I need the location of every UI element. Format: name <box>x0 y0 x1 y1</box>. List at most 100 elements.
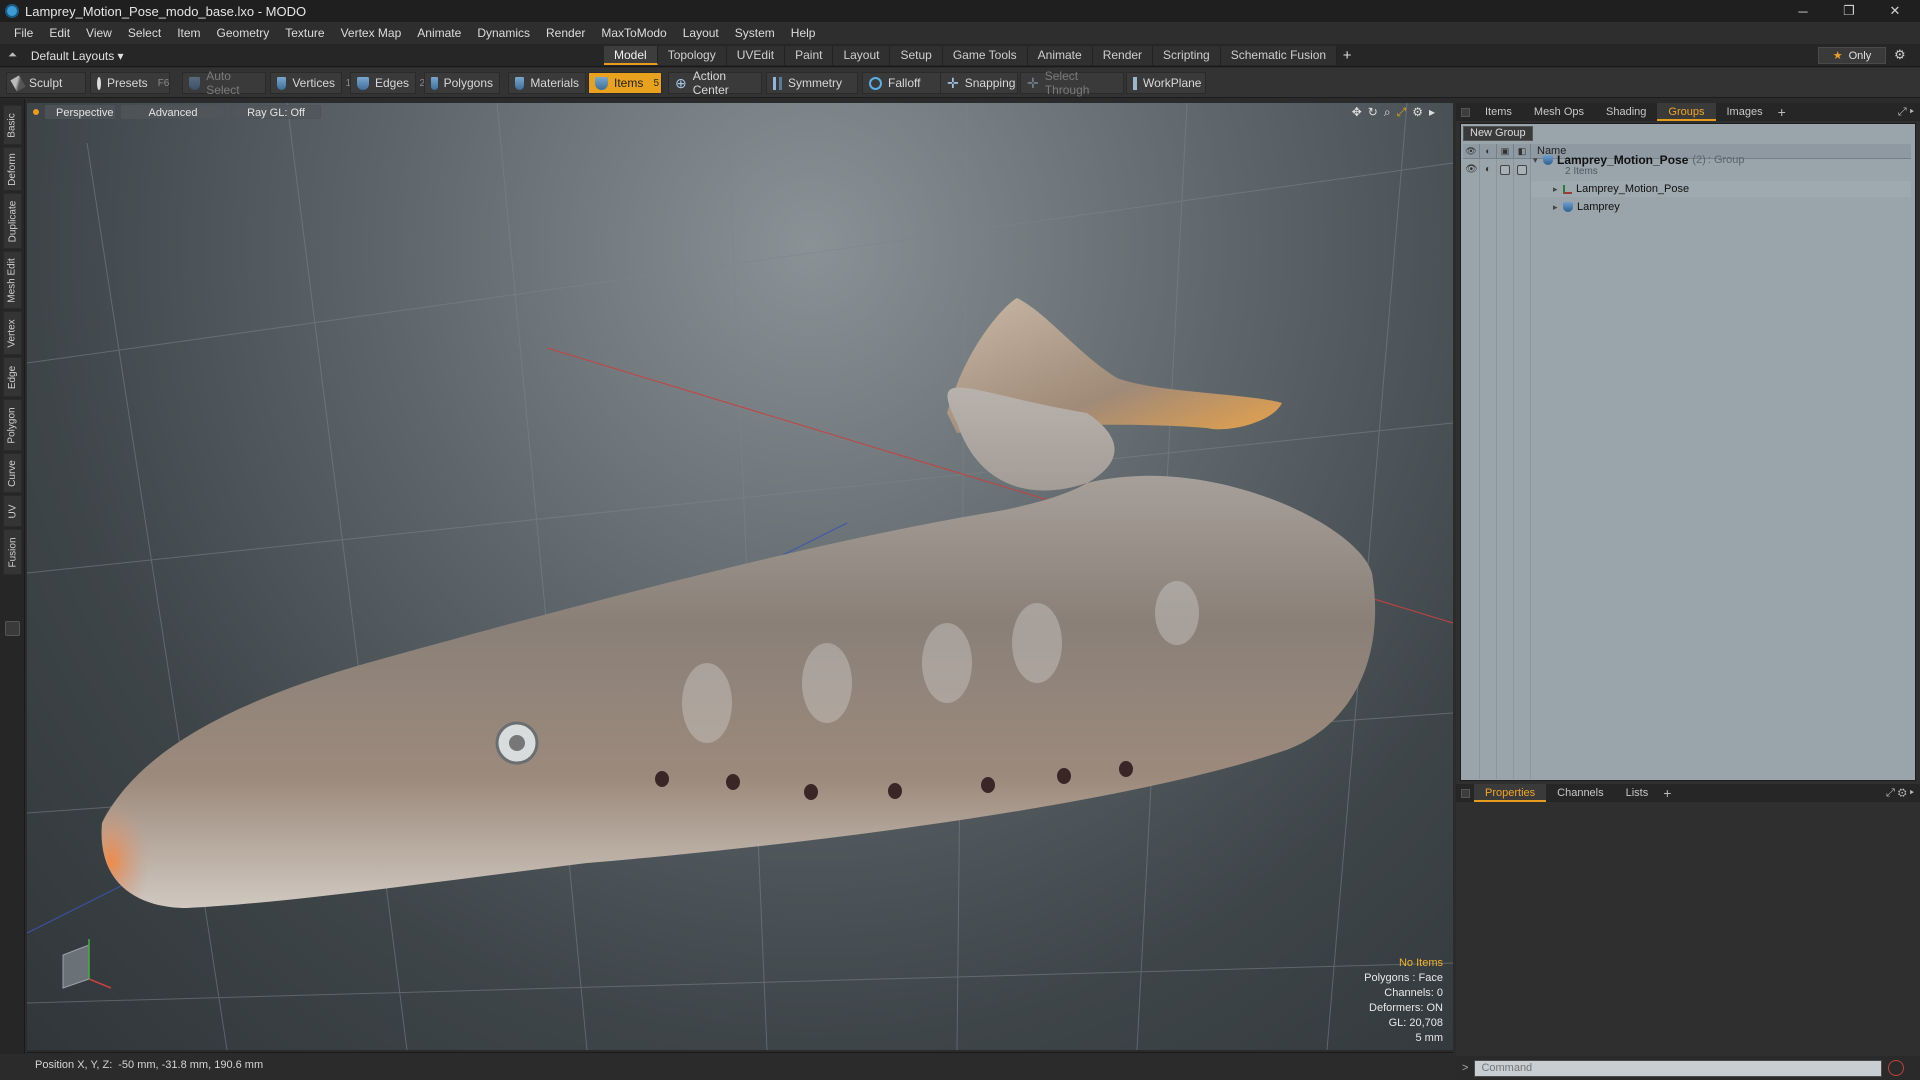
rotate-icon[interactable]: ↻ <box>1368 105 1378 120</box>
menu-animate[interactable]: Animate <box>409 22 469 44</box>
vtab-polygon[interactable]: Polygon <box>3 399 22 451</box>
tab-mesh-ops[interactable]: Mesh Ops <box>1523 103 1595 121</box>
menu-edit[interactable]: Edit <box>41 22 78 44</box>
menu-layout[interactable]: Layout <box>675 22 727 44</box>
vtab-deform[interactable]: Deform <box>3 147 22 191</box>
group-child-row[interactable]: ▸ Lamprey_Motion_Pose <box>1553 180 1689 198</box>
zoom-icon[interactable]: ⌕ <box>1384 105 1391 120</box>
close-button[interactable]: ✕ <box>1872 0 1918 22</box>
vtab-mesh-edit[interactable]: Mesh Edit <box>3 251 22 309</box>
maximize-button[interactable]: ❐ <box>1826 0 1872 22</box>
command-input[interactable] <box>1474 1059 1883 1077</box>
vtab-basic[interactable]: Basic <box>3 105 22 145</box>
tab-render[interactable]: Render <box>1092 46 1154 65</box>
menu-vertex-map[interactable]: Vertex Map <box>333 22 410 44</box>
layout-selector[interactable]: ⏶ Default Layouts ▾ <box>8 47 124 64</box>
minimize-button[interactable]: ─ <box>1780 0 1826 22</box>
tab-animate[interactable]: Animate <box>1027 46 1093 65</box>
scene-render[interactable] <box>27 103 1453 1050</box>
tab-channels[interactable]: Channels <box>1546 784 1614 802</box>
tab-uvedit[interactable]: UVEdit <box>726 46 786 65</box>
workplane-button[interactable]: WorkPlane <box>1126 72 1206 94</box>
menu-item[interactable]: Item <box>169 22 208 44</box>
polygons-button[interactable]: Polygons <box>424 72 500 94</box>
vtab-edge[interactable]: Edge <box>3 357 22 397</box>
menu-help[interactable]: Help <box>783 22 824 44</box>
new-group-button[interactable]: New Group <box>1463 126 1533 141</box>
command-stop-icon[interactable] <box>1888 1060 1905 1076</box>
toolbox-toggle-icon[interactable] <box>5 621 20 636</box>
visibility-column-icon[interactable]: 👁 <box>1463 143 1480 159</box>
menu-select[interactable]: Select <box>120 22 169 44</box>
falloff-button[interactable]: Falloff <box>862 72 942 94</box>
tab-lists[interactable]: Lists <box>1615 784 1660 802</box>
perspective-button[interactable]: Perspective <box>45 105 115 119</box>
vtab-uv[interactable]: UV <box>3 495 22 527</box>
menu-geometry[interactable]: Geometry <box>209 22 278 44</box>
vtab-fusion[interactable]: Fusion <box>3 529 22 575</box>
collapse-up-icon[interactable]: ⏶ <box>8 49 17 62</box>
3d-viewport[interactable]: Perspective Advanced Ray GL: Off ✥ ↻ ⌕ ⤢… <box>27 103 1453 1050</box>
snapping-button[interactable]: ✛ Snapping <box>940 72 1018 94</box>
command-history-icon[interactable]: > <box>1462 1062 1468 1074</box>
items-button[interactable]: Items 5 <box>588 72 662 94</box>
vtab-duplicate[interactable]: Duplicate <box>3 193 22 249</box>
properties-expand-icon[interactable]: ⤢ ⚙ ▸ <box>1886 787 1914 800</box>
gear-icon[interactable]: ⚙ <box>1894 47 1906 63</box>
menu-file[interactable]: File <box>6 22 41 44</box>
maximize-viewport-icon[interactable]: ⤢ <box>1397 105 1407 120</box>
menu-texture[interactable]: Texture <box>277 22 332 44</box>
add-panel-tab-icon[interactable]: + <box>1774 104 1790 120</box>
tab-properties[interactable]: Properties <box>1474 784 1547 802</box>
advanced-button[interactable]: Advanced <box>121 105 225 119</box>
select-through-button[interactable]: ✛ Select Through <box>1020 69 1124 97</box>
tab-scripting[interactable]: Scripting <box>1153 46 1221 65</box>
expand-triangle-icon[interactable]: ▸ <box>1553 184 1563 195</box>
tab-setup[interactable]: Setup <box>890 46 943 65</box>
viewport-expand-icon[interactable]: ▸ <box>1429 105 1435 120</box>
row-visibility-eye-icon[interactable]: 👁 <box>1465 164 1478 176</box>
lock-column-icon[interactable]: ▣ <box>1497 143 1514 159</box>
pan-icon[interactable]: ✥ <box>1352 105 1362 120</box>
menu-render[interactable]: Render <box>538 22 593 44</box>
select-column-icon[interactable]: ◧ <box>1514 143 1531 159</box>
menu-maxtomodo[interactable]: MaxToModo <box>593 22 674 44</box>
row-render-icon[interactable]: ◐ <box>1482 164 1494 176</box>
symmetry-button[interactable]: Symmetry <box>766 72 858 94</box>
row-lock-checkbox[interactable] <box>1500 165 1510 175</box>
render-column-icon[interactable]: ◐ <box>1480 143 1497 159</box>
materials-button[interactable]: Materials <box>508 72 586 94</box>
presets-button[interactable]: Presets F6 <box>90 72 170 94</box>
only-button[interactable]: ★ Only <box>1818 47 1886 64</box>
sculpt-button[interactable]: Sculpt <box>6 72 86 94</box>
tab-schematic-fusion[interactable]: Schematic Fusion <box>1220 46 1338 65</box>
viewport-settings-icon[interactable]: ⚙ <box>1412 105 1423 120</box>
panel-expand-icon[interactable]: ⤢ ▸ <box>1898 106 1914 119</box>
properties-menu-icon[interactable] <box>1461 788 1470 798</box>
tab-game-tools[interactable]: Game Tools <box>942 46 1028 65</box>
vertices-button[interactable]: Vertices 1 <box>270 72 351 94</box>
menu-system[interactable]: System <box>727 22 783 44</box>
collapse-triangle-icon[interactable]: ▾ <box>1533 155 1543 166</box>
tab-layout[interactable]: Layout <box>833 46 891 65</box>
tab-groups[interactable]: Groups <box>1657 103 1716 121</box>
vtab-vertex[interactable]: Vertex <box>3 311 22 355</box>
raygl-button[interactable]: Ray GL: Off <box>231 105 321 119</box>
tab-shading[interactable]: Shading <box>1595 103 1657 121</box>
menu-view[interactable]: View <box>78 22 120 44</box>
action-center-button[interactable]: ⊕ Action Center <box>668 69 762 97</box>
tab-paint[interactable]: Paint <box>785 46 834 65</box>
add-properties-tab-icon[interactable]: + <box>1659 785 1675 801</box>
tab-topology[interactable]: Topology <box>657 46 727 65</box>
menu-dynamics[interactable]: Dynamics <box>469 22 538 44</box>
tab-items[interactable]: Items <box>1474 103 1523 121</box>
vtab-curve[interactable]: Curve <box>3 453 22 493</box>
tab-images[interactable]: Images <box>1716 103 1774 121</box>
edges-button[interactable]: Edges 2 <box>350 72 425 94</box>
add-tab-icon[interactable]: + <box>1337 46 1357 65</box>
panel-menu-icon[interactable] <box>1461 107 1470 117</box>
group-child-row[interactable]: ▸ Lamprey <box>1553 198 1620 216</box>
expand-triangle-icon[interactable]: ▸ <box>1553 202 1563 213</box>
auto-select-button[interactable]: Auto Select <box>182 69 266 97</box>
tab-model[interactable]: Model <box>604 46 658 65</box>
